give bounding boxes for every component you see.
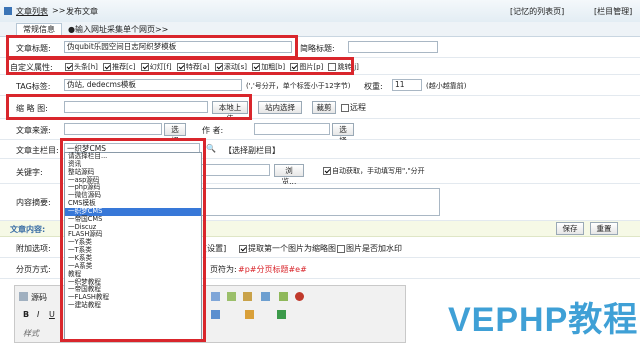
content-label: 文章内容: bbox=[10, 225, 46, 234]
weight-hint: (越小越靠前) bbox=[426, 82, 467, 90]
watermark-checkbox[interactable]: 图片是否加水印 bbox=[334, 243, 402, 254]
paging-separator-label: 页符为: bbox=[210, 265, 237, 274]
summary-textarea[interactable] bbox=[200, 188, 440, 216]
weight-label: 权重: bbox=[364, 82, 383, 91]
reset-button[interactable]: 重置 bbox=[590, 222, 618, 235]
crop-button[interactable]: 裁剪 bbox=[312, 101, 336, 114]
magnifier-icon[interactable]: 🔍 bbox=[206, 144, 216, 153]
select-subcolumn-link[interactable]: 【选择副栏目】 bbox=[224, 145, 280, 156]
smiley-icon[interactable] bbox=[277, 310, 286, 319]
auto-keywords-checkbox[interactable]: 自动获取，手动填写用","分开 bbox=[320, 166, 425, 176]
first-image-checkbox[interactable]: 提取第一个图片为缩略图 bbox=[236, 243, 336, 254]
short-title-input[interactable] bbox=[348, 41, 438, 53]
unlink-icon[interactable] bbox=[295, 292, 304, 301]
editor-source-button[interactable]: 源码 bbox=[31, 292, 47, 303]
author-label: 作 者: bbox=[202, 126, 224, 135]
column-label: 文章主栏目: bbox=[16, 146, 59, 155]
highlight-box-title bbox=[6, 35, 298, 59]
paging-separator-value: #p#分页标题#e# bbox=[238, 265, 307, 274]
link-icon[interactable] bbox=[279, 292, 288, 301]
tag-input[interactable]: 伪站, dedecms模板 bbox=[64, 79, 242, 91]
breadcrumb-current: 发布文章 bbox=[66, 7, 98, 16]
media-icon[interactable] bbox=[243, 292, 252, 301]
remote-checkbox[interactable]: 远程 bbox=[338, 102, 366, 113]
breadcrumb-home-link[interactable]: 文章列表 bbox=[16, 6, 48, 17]
highlight-box-column bbox=[60, 138, 206, 342]
weight-input[interactable]: 11 bbox=[392, 79, 422, 91]
watermark-logo: VEPHP教程 bbox=[448, 301, 639, 339]
flash-icon[interactable] bbox=[227, 292, 236, 301]
bold-icon[interactable]: B bbox=[23, 310, 29, 319]
image-icon[interactable] bbox=[211, 292, 220, 301]
highlight-box-attributes bbox=[6, 57, 354, 75]
paging-label: 分页方式: bbox=[16, 265, 51, 274]
tab-collect-url[interactable]: ●输入网址采集单个网页>> bbox=[68, 24, 168, 35]
extra-options-label: 附加选项: bbox=[16, 244, 51, 253]
color-icon[interactable] bbox=[245, 310, 254, 319]
keywords-label: 关键字: bbox=[16, 168, 43, 177]
source-label: 文章来源: bbox=[16, 126, 51, 135]
short-title-label: 简略标题: bbox=[300, 44, 335, 53]
header-bar: 文章列表 >> 发布文章 [记忆的列表页] [栏目管理] bbox=[0, 0, 640, 23]
summary-label: 内容摘要: bbox=[16, 198, 51, 207]
browse-button[interactable]: 浏览... bbox=[274, 164, 304, 186]
style-select[interactable]: 样式 bbox=[23, 328, 39, 339]
table-icon[interactable] bbox=[261, 292, 270, 301]
column-manage-link[interactable]: [栏目管理] bbox=[594, 6, 632, 17]
keywords-input[interactable] bbox=[200, 164, 270, 176]
source-select-button[interactable]: 选择 bbox=[164, 123, 186, 145]
tag-hint: (','号分开，单个标签小于12字节) bbox=[246, 82, 351, 90]
breadcrumb-separator: >> bbox=[52, 6, 66, 15]
recent-list-link[interactable]: [记忆的列表页] bbox=[510, 6, 564, 17]
tag-label: TAG标签: bbox=[16, 82, 51, 91]
underline-icon[interactable]: U bbox=[49, 310, 55, 319]
save-button[interactable]: 保存 bbox=[556, 222, 584, 235]
author-input[interactable] bbox=[254, 123, 330, 135]
list-icon bbox=[4, 7, 12, 15]
site-select-button[interactable]: 站内选择 bbox=[258, 101, 302, 114]
tag-row: TAG标签: 伪站, dedecms模板 (','号分开，单个标签小于12字节)… bbox=[0, 75, 640, 96]
extra-setting-link[interactable]: [设置] bbox=[204, 243, 226, 254]
source-input[interactable] bbox=[64, 123, 162, 135]
source-icon[interactable] bbox=[19, 292, 28, 301]
highlight-box-thumbnail bbox=[6, 94, 252, 120]
align-icon[interactable] bbox=[211, 310, 220, 319]
source-row: 文章来源: 选择 作 者: 选择 bbox=[0, 119, 640, 145]
italic-icon[interactable]: I bbox=[37, 310, 39, 319]
author-select-button[interactable]: 选择 bbox=[332, 123, 354, 145]
